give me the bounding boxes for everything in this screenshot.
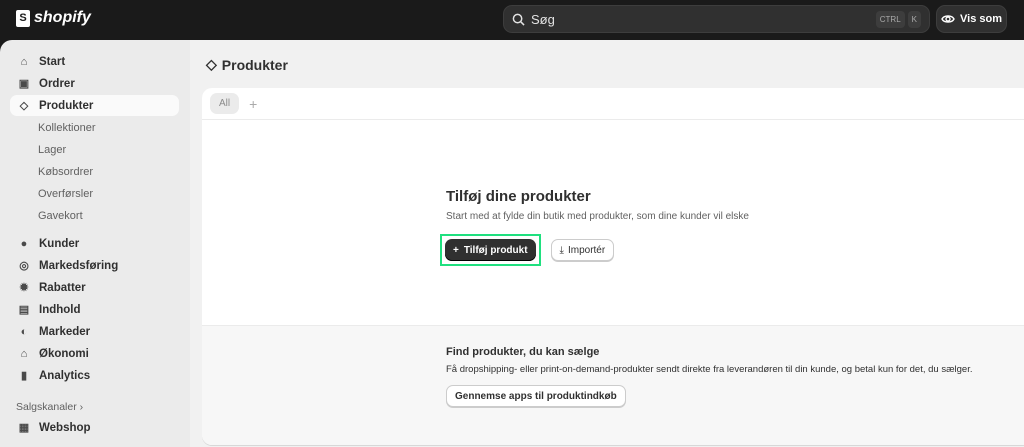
- highlight-box: + Tilføj produkt: [440, 234, 541, 266]
- sidebar-item-products[interactable]: ◇ Produkter: [10, 95, 179, 116]
- page-title: ◇ Produkter: [206, 56, 288, 73]
- chevron-right-icon: ›: [79, 401, 84, 413]
- inbox-icon: ▣: [18, 78, 30, 90]
- tab-all[interactable]: All: [210, 93, 240, 114]
- find-text: Få dropshipping- eller print-on-demand-p…: [446, 364, 973, 375]
- sidebar: ⌂ Start ▣ Ordrer ◇ Produkter Kollektioner L…: [0, 40, 190, 447]
- plus-icon: +: [453, 244, 459, 256]
- sidebar-item-marketing[interactable]: ◎ Markedsføring: [10, 255, 179, 276]
- view-as-button[interactable]: Vis som: [936, 5, 1007, 33]
- shopify-bag-icon: S: [16, 9, 30, 27]
- bank-icon: ⌂: [20, 347, 28, 360]
- shortcut-ctrl: CTRL: [875, 10, 905, 28]
- sidebar-item-discounts[interactable]: ✹ Rabatter: [10, 277, 179, 298]
- sidebar-item-finance[interactable]: ⌂ Økonomi: [10, 343, 179, 364]
- sidebar-item-customers[interactable]: ● Kunder: [10, 233, 179, 254]
- shortcut-k: K: [907, 10, 921, 28]
- chart-icon: ▮: [20, 370, 28, 382]
- sidebar-item-orders[interactable]: ▣ Ordrer: [10, 73, 179, 94]
- sidebar-item-content[interactable]: ▤ Indhold: [10, 299, 179, 320]
- import-button[interactable]: ⤓ Importér: [550, 239, 615, 261]
- view-tabs: All +: [202, 88, 1024, 120]
- sidebar-sub-transfers[interactable]: Overførsler: [38, 188, 93, 200]
- add-product-button[interactable]: + Tilføj produkt: [445, 239, 536, 261]
- discount-icon: ✹: [19, 282, 29, 294]
- person-icon: ●: [20, 237, 28, 250]
- tag-icon: ◇: [19, 100, 29, 112]
- sidebar-sub-purchase-orders[interactable]: Købsordrer: [38, 166, 93, 178]
- add-view-plus-icon[interactable]: +: [249, 96, 257, 112]
- sidebar-sub-gift-cards[interactable]: Gavekort: [38, 210, 83, 222]
- target-icon: ◎: [19, 260, 29, 272]
- store-icon: ▦: [18, 422, 30, 434]
- sidebar-item-start[interactable]: ⌂ Start: [10, 51, 179, 72]
- products-card: All + Tilføj dine produkter Start med at…: [202, 88, 1024, 445]
- main-content: ◇ Produkter All + Tilføj dine produkter S…: [190, 40, 1024, 447]
- home-icon: ⌂: [20, 55, 28, 68]
- find-products-section: Find produkter, du kan sælge Få dropship…: [202, 325, 1024, 445]
- shopify-logo[interactable]: Sshopify: [16, 9, 91, 27]
- empty-heading: Tilføj dine produkter: [446, 188, 591, 205]
- globe-icon: ◐: [20, 325, 28, 338]
- empty-state: Tilføj dine produkter Start med at fylde…: [440, 188, 749, 266]
- download-icon: ⤓: [559, 244, 564, 256]
- sidebar-sub-collections[interactable]: Kollektioner: [38, 122, 95, 134]
- tag-icon: ◇: [206, 56, 217, 72]
- search-input[interactable]: Søg CTRL K: [503, 5, 930, 33]
- browse-apps-button[interactable]: Gennemse apps til produktindkøb: [446, 385, 626, 407]
- search-icon: [512, 13, 525, 26]
- content-icon: ▤: [18, 304, 30, 316]
- sidebar-sub-inventory[interactable]: Lager: [38, 144, 66, 156]
- sidebar-item-webshop[interactable]: ▦ Webshop: [10, 417, 179, 438]
- sidebar-item-markets[interactable]: ◐ Markeder: [10, 321, 179, 342]
- top-bar: Sshopify Søg CTRL K Vis som: [0, 0, 1024, 40]
- sidebar-item-analytics[interactable]: ▮ Analytics: [10, 365, 179, 386]
- empty-text: Start med at fylde din butik med produkt…: [446, 211, 749, 222]
- find-heading: Find produkter, du kan sælge: [446, 346, 600, 358]
- sales-channels-link[interactable]: Salgskanaler ›: [16, 401, 83, 413]
- eye-icon: [941, 15, 955, 23]
